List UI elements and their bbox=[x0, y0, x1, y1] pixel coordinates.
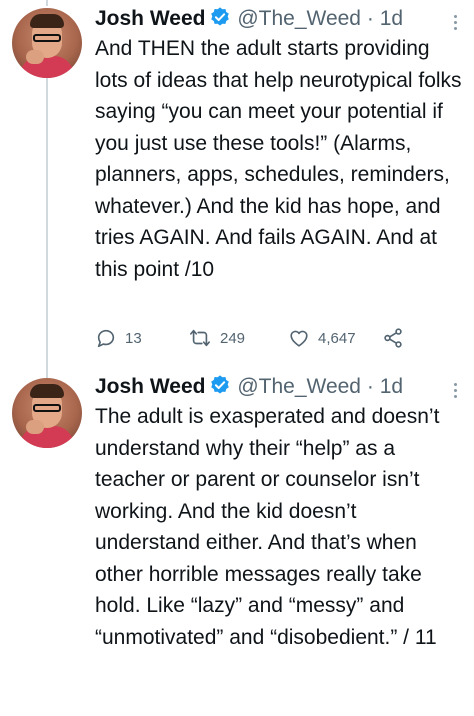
verified-badge-icon bbox=[209, 6, 231, 35]
tweet-actions: 13 249 4,647 bbox=[95, 326, 425, 350]
like-count: 4,647 bbox=[318, 329, 356, 347]
avatar[interactable] bbox=[12, 8, 82, 78]
tweet-text: And THEN the adult starts providing lots… bbox=[95, 37, 462, 281]
avatar[interactable] bbox=[12, 378, 82, 448]
retweet-icon bbox=[188, 327, 212, 349]
retweet-button[interactable]: 249 bbox=[188, 326, 245, 350]
like-button[interactable]: 4,647 bbox=[288, 326, 356, 350]
retweet-count: 249 bbox=[220, 329, 246, 347]
more-icon[interactable] bbox=[454, 380, 460, 401]
reply-count: 13 bbox=[125, 329, 142, 347]
tweet-header: Josh Weed @The_Weed · 1d bbox=[95, 6, 403, 35]
author-handle[interactable]: @The_Weed bbox=[237, 375, 361, 398]
verified-badge-icon bbox=[209, 374, 231, 403]
separator-dot: · bbox=[366, 7, 374, 30]
share-button[interactable] bbox=[382, 326, 404, 350]
author-name[interactable]: Josh Weed bbox=[95, 375, 205, 398]
like-icon bbox=[288, 327, 310, 349]
more-icon[interactable] bbox=[454, 12, 460, 33]
reply-button[interactable]: 13 bbox=[95, 326, 142, 350]
tweet-text: The adult is exasperated and doesn’t und… bbox=[95, 405, 440, 649]
tweet-10[interactable]: Josh Weed @The_Weed · 1d And THEN the ad… bbox=[0, 0, 474, 362]
author-handle[interactable]: @The_Weed bbox=[237, 7, 361, 30]
tweet-timestamp[interactable]: 1d bbox=[380, 375, 403, 398]
tweet-timestamp[interactable]: 1d bbox=[380, 7, 403, 30]
separator-dot: · bbox=[366, 375, 374, 398]
tweet-header: Josh Weed @The_Weed · 1d bbox=[95, 374, 403, 403]
tweet-11[interactable]: Josh Weed @The_Weed · 1d The adult is ex… bbox=[0, 362, 474, 716]
share-icon bbox=[382, 327, 404, 349]
author-name[interactable]: Josh Weed bbox=[95, 7, 205, 30]
reply-icon bbox=[95, 327, 117, 349]
